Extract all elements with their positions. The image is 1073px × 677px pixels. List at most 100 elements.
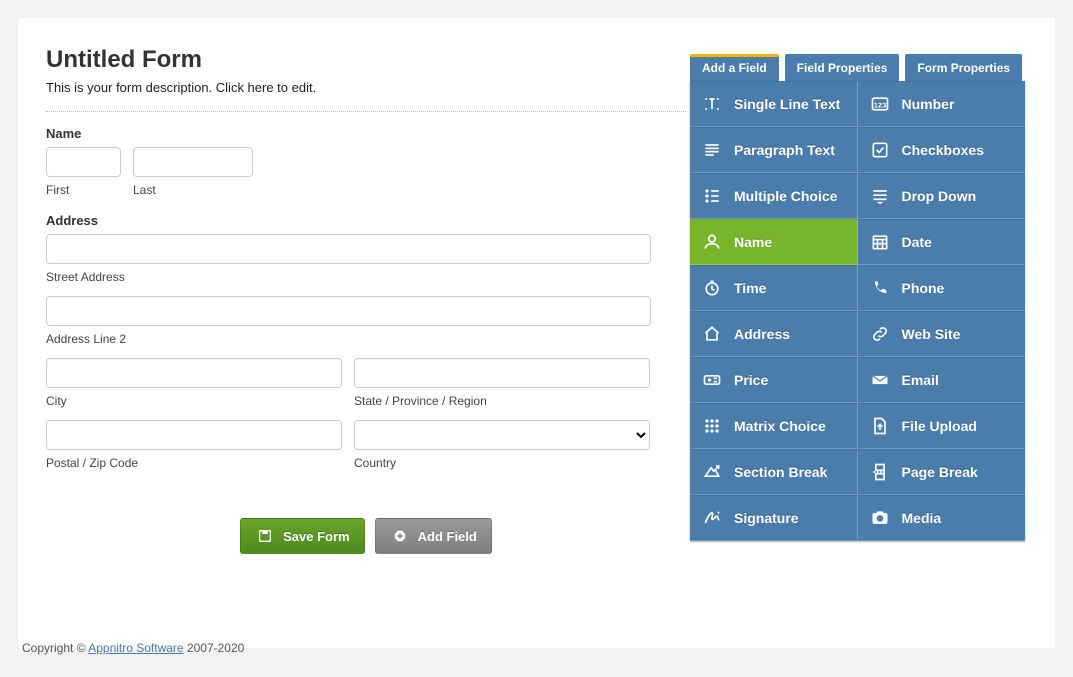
tab-add-field[interactable]: Add a Field <box>690 54 779 81</box>
last-name-input[interactable] <box>133 147 253 177</box>
plus-circle-icon <box>390 526 410 546</box>
palette-section-break[interactable]: Section Break <box>690 449 858 495</box>
address-label: Address <box>46 213 686 228</box>
panel-tabs: Add a Field Field Properties Form Proper… <box>690 54 1025 81</box>
palette-paragraph-text[interactable]: Paragraph Text <box>690 127 858 173</box>
street-address-input[interactable] <box>46 234 651 264</box>
name-label: Name <box>46 126 686 141</box>
city-input[interactable] <box>46 358 342 388</box>
palette-web-site[interactable]: Web Site <box>858 311 1026 357</box>
save-form-button[interactable]: Save Form <box>240 518 364 554</box>
palette-label: Checkboxes <box>902 142 984 158</box>
checkboxes-icon <box>870 140 890 160</box>
palette-label: Signature <box>734 510 799 526</box>
palette-label: Drop Down <box>902 188 977 204</box>
palette-label: Single Line Text <box>734 96 840 112</box>
palette-file-upload[interactable]: File Upload <box>858 403 1026 449</box>
svg-text:123: 123 <box>873 100 886 109</box>
form-canvas: Untitled Form This is your form descript… <box>46 46 686 620</box>
web-site-icon <box>870 324 890 344</box>
palette-checkboxes[interactable]: Checkboxes <box>858 127 1026 173</box>
single-line-text-icon <box>702 94 722 114</box>
save-icon <box>255 526 275 546</box>
palette-label: Paragraph Text <box>734 142 835 158</box>
phone-icon <box>870 278 890 298</box>
tab-field-properties[interactable]: Field Properties <box>785 54 900 81</box>
matrix-choice-icon <box>702 416 722 436</box>
palette-label: Date <box>902 234 932 250</box>
postal-input[interactable] <box>46 420 342 450</box>
footer: Copyright © Appnitro Software 2007-2020 <box>22 641 244 655</box>
save-form-label: Save Form <box>283 529 349 544</box>
palette-label: Page Break <box>902 464 978 480</box>
state-input[interactable] <box>354 358 650 388</box>
postal-sublabel: Postal / Zip Code <box>46 456 342 470</box>
section-break-icon <box>702 462 722 482</box>
palette-label: Price <box>734 372 768 388</box>
palette-media[interactable]: Media <box>858 495 1026 541</box>
first-name-input[interactable] <box>46 147 121 177</box>
right-panel: Add a Field Field Properties Form Proper… <box>690 54 1025 541</box>
palette-price[interactable]: Price <box>690 357 858 403</box>
signature-icon <box>702 508 722 528</box>
date-icon <box>870 232 890 252</box>
palette-label: Multiple Choice <box>734 188 837 204</box>
field-palette: Single Line Text 123 Number Paragraph Text C… <box>690 81 1025 541</box>
field-name: Name First Last <box>46 126 686 197</box>
footer-suffix: 2007-2020 <box>184 641 245 655</box>
footer-prefix: Copyright © <box>22 641 88 655</box>
drop-down-icon <box>870 186 890 206</box>
footer-link[interactable]: Appnitro Software <box>88 641 183 655</box>
palette-phone[interactable]: Phone <box>858 265 1026 311</box>
address-icon <box>702 324 722 344</box>
media-icon <box>870 508 890 528</box>
palette-label: Email <box>902 372 939 388</box>
palette-time[interactable]: Time <box>690 265 858 311</box>
tab-form-properties[interactable]: Form Properties <box>905 54 1022 81</box>
palette-label: Web Site <box>902 326 961 342</box>
add-field-label: Add Field <box>418 529 477 544</box>
palette-label: Address <box>734 326 790 342</box>
time-icon <box>702 278 722 298</box>
page-break-icon <box>870 462 890 482</box>
palette-drop-down[interactable]: Drop Down <box>858 173 1026 219</box>
price-icon <box>702 370 722 390</box>
palette-single-line-text[interactable]: Single Line Text <box>690 81 858 127</box>
last-name-sublabel: Last <box>133 183 253 197</box>
palette-page-break[interactable]: Page Break <box>858 449 1026 495</box>
palette-label: Time <box>734 280 766 296</box>
palette-label: Phone <box>902 280 945 296</box>
first-name-sublabel: First <box>46 183 121 197</box>
country-select[interactable] <box>354 420 650 450</box>
multiple-choice-icon <box>702 186 722 206</box>
form-title[interactable]: Untitled Form <box>46 46 686 74</box>
address-line2-input[interactable] <box>46 296 651 326</box>
palette-label: File Upload <box>902 418 977 434</box>
state-sublabel: State / Province / Region <box>354 394 650 408</box>
add-field-button[interactable]: Add Field <box>375 518 492 554</box>
palette-signature[interactable]: Signature <box>690 495 858 541</box>
address-line2-sublabel: Address Line 2 <box>46 332 651 346</box>
number-icon: 123 <box>870 94 890 114</box>
palette-date[interactable]: Date <box>858 219 1026 265</box>
file-upload-icon <box>870 416 890 436</box>
paragraph-text-icon <box>702 140 722 160</box>
palette-name[interactable]: Name <box>690 219 858 265</box>
palette-label: Number <box>902 96 955 112</box>
palette-label: Media <box>902 510 942 526</box>
street-address-sublabel: Street Address <box>46 270 651 284</box>
palette-multiple-choice[interactable]: Multiple Choice <box>690 173 858 219</box>
palette-label: Name <box>734 234 772 250</box>
palette-email[interactable]: Email <box>858 357 1026 403</box>
email-icon <box>870 370 890 390</box>
field-address: Address Street Address Address Line 2 Ci… <box>46 213 686 470</box>
palette-address[interactable]: Address <box>690 311 858 357</box>
form-description[interactable]: This is your form description. Click her… <box>46 80 686 112</box>
palette-label: Section Break <box>734 464 827 480</box>
country-sublabel: Country <box>354 456 650 470</box>
palette-number[interactable]: 123 Number <box>858 81 1026 127</box>
city-sublabel: City <box>46 394 342 408</box>
name-icon <box>702 232 722 252</box>
palette-matrix-choice[interactable]: Matrix Choice <box>690 403 858 449</box>
palette-label: Matrix Choice <box>734 418 826 434</box>
